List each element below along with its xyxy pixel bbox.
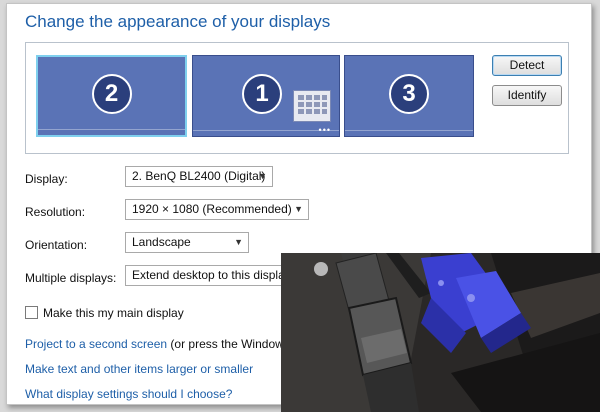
monitor-2[interactable]: 2 [36,55,187,137]
orientation-label: Orientation: [25,238,88,252]
multiple-displays-select-value: Extend desktop to this display [132,268,291,282]
resolution-select-value: 1920 × 1080 (Recommended) [132,202,292,216]
identify-button[interactable]: Identify [492,85,562,106]
monitor-1[interactable]: 1 ••• [192,55,340,137]
resolution-label: Resolution: [25,205,86,219]
text-size-link[interactable]: Make text and other items larger or smal… [25,362,253,376]
detect-button[interactable]: Detect [492,55,562,76]
display-settings-help-link[interactable]: What display settings should I choose? [25,387,232,401]
display-select-value: 2. BenQ BL2400 (Digital) [132,169,266,183]
display-select[interactable]: 2. BenQ BL2400 (Digital) ▼ [125,166,273,187]
orientation-select-value: Landscape [132,235,191,249]
chevron-down-icon: ▼ [258,171,267,181]
monitor-1-number: 1 [242,74,282,114]
chevron-down-icon: ▼ [294,204,303,214]
resolution-select[interactable]: 1920 × 1080 (Recommended) ▼ [125,199,309,220]
project-row: Project to a second screen (or press the… [25,337,302,351]
start-grid-icon [293,90,331,122]
display-label: Display: [25,172,68,186]
monitor-arrangement-panel: 2 1 ••• 3 Detect Identify [25,42,569,154]
cable-connector-photo [281,253,600,412]
more-dots-icon: ••• [318,125,331,135]
main-display-checkbox[interactable] [25,306,38,319]
project-link[interactable]: Project to a second screen [25,337,167,351]
chevron-down-icon: ▼ [234,237,243,247]
monitor-3-number: 3 [389,74,429,114]
multiple-displays-label: Multiple displays: [25,271,117,285]
main-display-checkbox-label[interactable]: Make this my main display [43,306,184,320]
monitor-2-number: 2 [91,74,132,114]
page-title: Change the appearance of your displays [25,12,331,31]
orientation-select[interactable]: Landscape ▼ [125,232,249,253]
monitor-3[interactable]: 3 [344,55,474,137]
